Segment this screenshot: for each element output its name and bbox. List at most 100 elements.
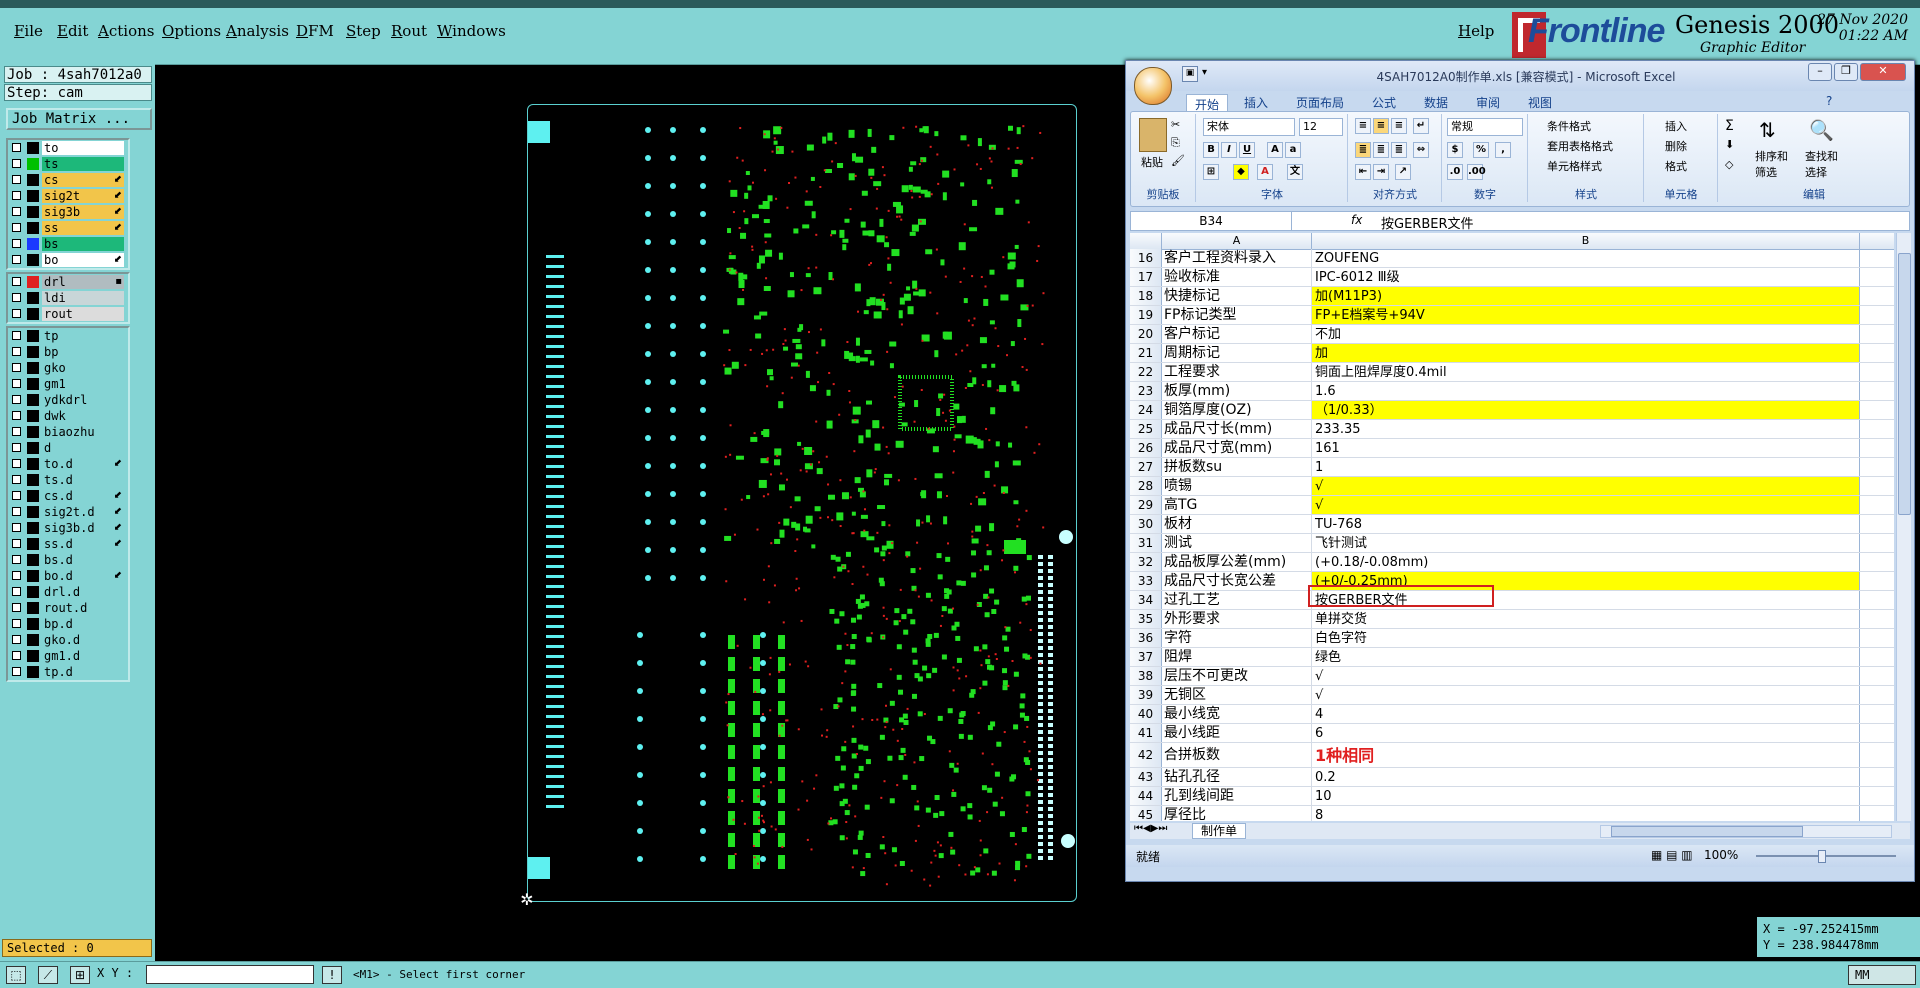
row-number[interactable]: 30 — [1130, 515, 1162, 533]
layer-checkbox[interactable] — [12, 523, 21, 532]
table-row[interactable]: 35 外形要求 单拼交货 — [1130, 610, 1894, 629]
cell-a[interactable]: 板厚(mm) — [1162, 382, 1312, 400]
layer-row[interactable]: bp — [8, 344, 128, 360]
restore-button[interactable]: ❐ — [1834, 63, 1858, 81]
layer-color-swatch[interactable] — [27, 458, 39, 470]
autosum-icon[interactable]: Σ — [1725, 118, 1734, 134]
row-number[interactable]: 27 — [1130, 458, 1162, 476]
layer-name[interactable]: tp.d — [42, 665, 124, 679]
row-number[interactable]: 33 — [1130, 572, 1162, 590]
table-row[interactable]: 24 铜箔厚度(OZ) （1/0.33） — [1130, 401, 1894, 420]
layer-color-swatch[interactable] — [27, 586, 39, 598]
cell-a[interactable]: 客户标记 — [1162, 325, 1312, 343]
cell-b[interactable]: 233.35 — [1312, 420, 1860, 438]
layer-name[interactable]: cs.d — [42, 489, 124, 503]
layer-name[interactable]: ss.d — [42, 537, 124, 551]
layer-color-swatch[interactable] — [27, 650, 39, 662]
table-row[interactable]: 41 最小线距 6 — [1130, 724, 1894, 743]
phonetic-icon[interactable]: 文 — [1287, 164, 1303, 180]
table-row[interactable]: 29 高TG √ — [1130, 496, 1894, 515]
cell-a[interactable]: 厚径比 — [1162, 806, 1312, 821]
cell-a[interactable]: 测试 — [1162, 534, 1312, 552]
font-name-select[interactable]: 宋体 — [1203, 118, 1295, 136]
layer-row[interactable]: ss.d ⬋ — [8, 536, 128, 552]
layer-color-swatch[interactable] — [27, 570, 39, 582]
row-number[interactable]: 39 — [1130, 686, 1162, 704]
table-row[interactable]: 36 字符 白色字符 — [1130, 629, 1894, 648]
zoom-box-icon[interactable]: ⬚ — [6, 966, 26, 984]
layer-color-swatch[interactable] — [27, 602, 39, 614]
fill-color-icon[interactable]: ◆ — [1233, 164, 1249, 180]
table-row[interactable]: 40 最小线宽 4 — [1130, 705, 1894, 724]
layer-checkbox[interactable] — [12, 207, 21, 216]
row-number[interactable]: 36 — [1130, 629, 1162, 647]
layer-row[interactable]: sig2t.d ⬋ — [8, 504, 128, 520]
layer-name[interactable]: cs — [42, 173, 124, 187]
row-number[interactable]: 35 — [1130, 610, 1162, 628]
layer-name[interactable]: drl.d — [42, 585, 124, 599]
format-painter-icon[interactable]: 🖌 — [1171, 154, 1185, 167]
name-box[interactable]: B34 — [1131, 212, 1292, 230]
row-number[interactable]: 37 — [1130, 648, 1162, 666]
layer-checkbox[interactable] — [12, 571, 21, 580]
quick-access-dropdown-icon[interactable]: ▾ — [1202, 66, 1212, 80]
row-number[interactable]: 45 — [1130, 806, 1162, 821]
row-number[interactable]: 29 — [1130, 496, 1162, 514]
delete-cells-button[interactable]: 删除 — [1665, 138, 1687, 154]
layer-name[interactable]: sig3b — [42, 205, 124, 219]
insert-cells-button[interactable]: 插入 — [1665, 118, 1687, 134]
layer-row[interactable]: cs.d ⬋ — [8, 488, 128, 504]
comma-icon[interactable]: , — [1495, 142, 1511, 158]
layer-color-swatch[interactable] — [27, 276, 39, 288]
layer-row[interactable]: bp.d — [8, 616, 128, 632]
fx-icon[interactable]: fx — [1351, 213, 1362, 227]
table-row[interactable]: 39 无铜区 √ — [1130, 686, 1894, 705]
layer-row[interactable]: to.d ⬋ — [8, 456, 128, 472]
cell-b[interactable]: 1 — [1312, 458, 1860, 476]
cell-b[interactable]: 10 — [1312, 787, 1860, 805]
layer-name[interactable]: ts — [42, 157, 124, 171]
cell-b[interactable]: 1.6 — [1312, 382, 1860, 400]
layer-checkbox[interactable] — [12, 347, 21, 356]
layer-name[interactable]: gko — [42, 361, 124, 375]
layer-name[interactable]: bs — [42, 237, 124, 251]
xy-input[interactable] — [146, 965, 314, 984]
row-number[interactable]: 41 — [1130, 724, 1162, 742]
table-row[interactable]: 16 客户工程资料录入 ZOUFENG — [1130, 249, 1894, 268]
layer-row[interactable]: rout.d — [8, 600, 128, 616]
layer-name[interactable]: dwk — [42, 409, 124, 423]
layer-row[interactable]: tp — [8, 328, 128, 344]
view-buttons[interactable]: ▦ ▤ ▥ — [1651, 848, 1693, 862]
row-number[interactable]: 43 — [1130, 768, 1162, 786]
cell-a[interactable]: 钻孔孔径 — [1162, 768, 1312, 786]
row-number[interactable]: 24 — [1130, 401, 1162, 419]
cell-a[interactable]: 工程要求 — [1162, 363, 1312, 381]
tab-data[interactable]: 数据 — [1424, 94, 1448, 111]
layer-color-swatch[interactable] — [27, 206, 39, 218]
layer-checkbox[interactable] — [12, 363, 21, 372]
shrink-font-icon[interactable]: a — [1285, 142, 1301, 158]
cell-a[interactable]: 喷锡 — [1162, 477, 1312, 495]
layer-color-swatch[interactable] — [27, 190, 39, 202]
cell-b[interactable]: 0.2 — [1312, 768, 1860, 786]
layer-row[interactable]: ss ⬋ — [8, 220, 128, 236]
table-row[interactable]: 34 过孔工艺 按GERBER文件 — [1130, 591, 1894, 610]
tab-page-layout[interactable]: 页面布局 — [1296, 94, 1344, 111]
layer-color-swatch[interactable] — [27, 490, 39, 502]
layer-color-swatch[interactable] — [27, 426, 39, 438]
layer-name[interactable]: gm1.d — [42, 649, 124, 663]
row-number[interactable]: 34 — [1130, 591, 1162, 609]
layer-checkbox[interactable] — [12, 635, 21, 644]
row-number[interactable]: 44 — [1130, 787, 1162, 805]
cell-a[interactable]: FP标记类型 — [1162, 306, 1312, 324]
row-number[interactable]: 42 — [1130, 743, 1162, 767]
layer-row[interactable]: sig3b.d ⬋ — [8, 520, 128, 536]
sheet-nav-icon[interactable]: ⏮◀▶⏭ — [1134, 823, 1167, 834]
row-number[interactable]: 18 — [1130, 287, 1162, 305]
format-cells-button[interactable]: 格式 — [1665, 158, 1687, 174]
layer-row[interactable]: cs ⬋ — [8, 172, 128, 188]
underline-icon[interactable]: U — [1239, 142, 1255, 158]
row-number[interactable]: 25 — [1130, 420, 1162, 438]
layer-name[interactable]: d — [42, 441, 124, 455]
menu-dfm[interactable]: DFM — [296, 22, 334, 40]
